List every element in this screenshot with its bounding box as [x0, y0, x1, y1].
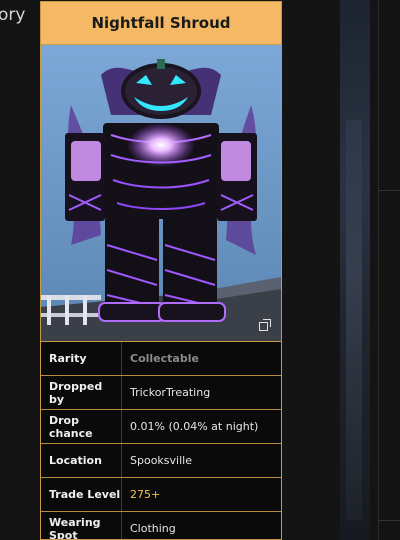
divider	[378, 520, 400, 521]
divider	[378, 0, 379, 540]
item-infobox: Nightfall Shroud Rarity Collectable Drop…	[40, 1, 282, 540]
divider	[378, 190, 400, 191]
info-row-location: Location Spooksville	[41, 444, 281, 478]
info-row-wearing-spot: Wearing Spot Clothing	[41, 512, 281, 539]
info-value: Clothing	[130, 522, 176, 535]
item-image[interactable]	[41, 45, 281, 342]
info-value: 275+	[130, 488, 161, 501]
info-label: Location	[41, 444, 122, 477]
info-label: Wearing Spot	[41, 512, 122, 539]
info-label: Dropped by	[41, 376, 122, 409]
info-value: 0.01% (0.04% at night)	[130, 420, 259, 433]
expand-icon[interactable]	[259, 319, 271, 331]
info-value[interactable]: TrickorTreating	[122, 386, 210, 399]
item-title: Nightfall Shroud	[41, 2, 281, 45]
info-value[interactable]: Spooksville	[122, 454, 192, 467]
pumpkin-avatar-image	[41, 45, 281, 341]
background-heading-fragment: ory	[0, 5, 26, 25]
background-scene-strip	[340, 0, 370, 540]
info-label: Trade Level	[41, 478, 122, 511]
info-label: Drop chance	[41, 410, 122, 443]
item-info-table: Rarity Collectable Dropped by TrickorTre…	[41, 342, 281, 539]
info-row-rarity: Rarity Collectable	[41, 342, 281, 376]
info-row-trade-level: Trade Level 275+	[41, 478, 281, 512]
info-row-dropped-by: Dropped by TrickorTreating	[41, 376, 281, 410]
info-row-drop-chance: Drop chance 0.01% (0.04% at night)	[41, 410, 281, 444]
info-label: Rarity	[41, 342, 122, 375]
info-value: Collectable	[130, 352, 199, 365]
